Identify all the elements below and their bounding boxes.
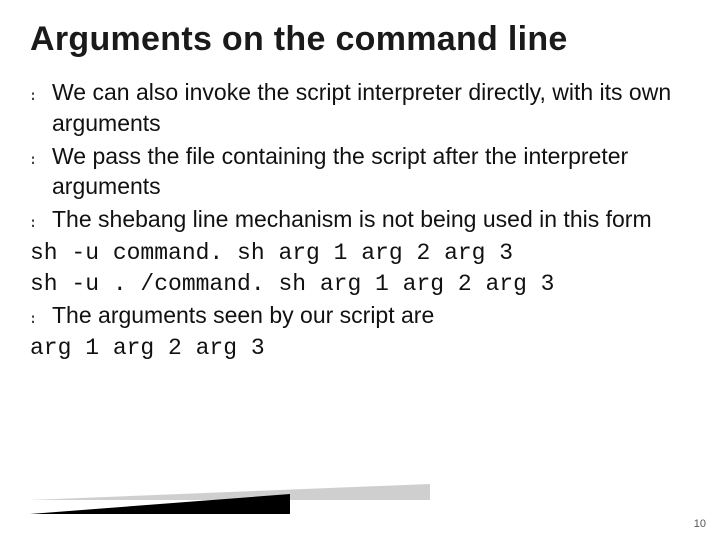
bullet-item: ։ We can also invoke the script interpre…: [30, 77, 690, 139]
bullet-text: We pass the file containing the script a…: [52, 141, 690, 203]
decorative-wedge: [30, 484, 430, 514]
slide-content: ։ We can also invoke the script interpre…: [30, 77, 690, 364]
bullet-item: ։ We pass the file containing the script…: [30, 141, 690, 203]
code-line: sh -u . /command. sh arg 1 arg 2 arg 3: [30, 269, 690, 300]
code-line: sh -u command. sh arg 1 arg 2 arg 3: [30, 238, 690, 269]
code-line: arg 1 arg 2 arg 3: [30, 333, 690, 364]
page-number: 10: [694, 518, 706, 530]
bullet-marker-icon: ։: [30, 204, 52, 236]
bullet-item: ։ The arguments seen by our script are: [30, 300, 690, 332]
bullet-text: The shebang line mechanism is not being …: [52, 204, 690, 235]
wedge-black-icon: [30, 494, 290, 514]
slide-title: Arguments on the command line: [30, 20, 690, 59]
bullet-text: The arguments seen by our script are: [52, 300, 690, 331]
bullet-marker-icon: ։: [30, 141, 52, 173]
bullet-marker-icon: ։: [30, 77, 52, 109]
bullet-item: ։ The shebang line mechanism is not bein…: [30, 204, 690, 236]
bullet-marker-icon: ։: [30, 300, 52, 332]
bullet-text: We can also invoke the script interprete…: [52, 77, 690, 139]
slide: Arguments on the command line ։ We can a…: [0, 0, 720, 540]
